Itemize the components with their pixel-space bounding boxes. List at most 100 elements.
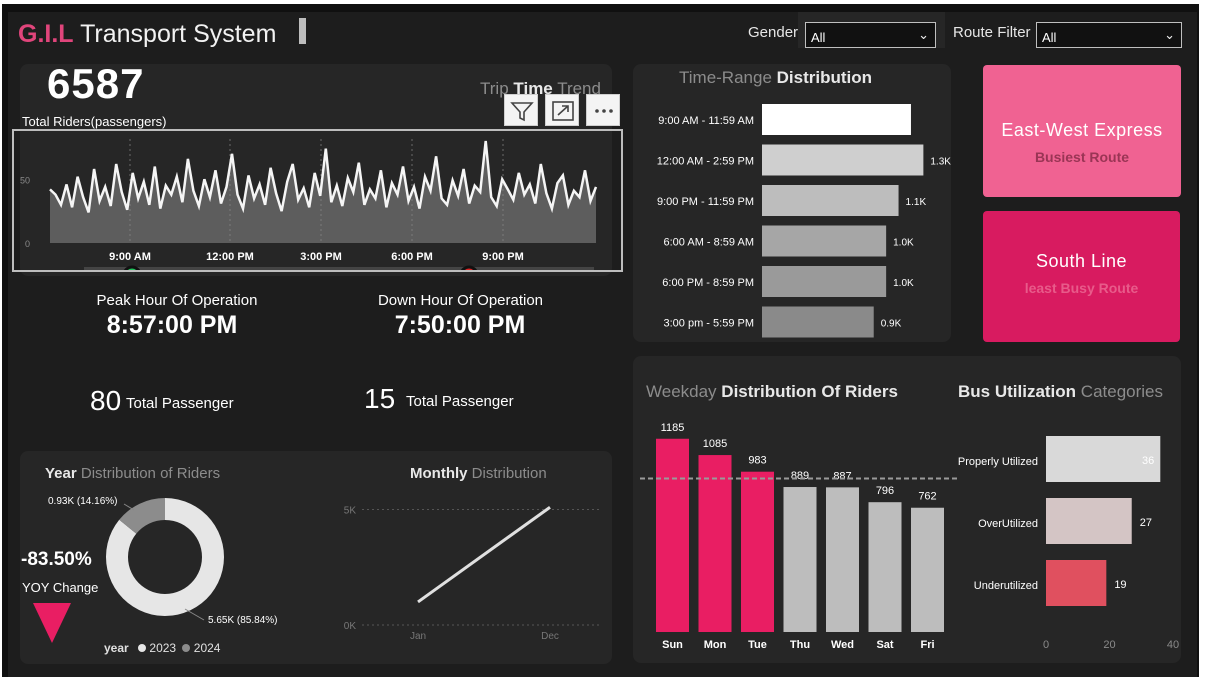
donut-data-label: 0.93K (14.16%) [48,496,118,507]
trend-x-tick: 3:00 PM [300,251,342,263]
title-text: Transport System [80,20,277,48]
time-range-bar [762,306,874,338]
gender-select-value: All [811,30,826,45]
weekday-distribution-chart: 1185 Sun 1085 Mon 983 Tue 889 Thu 887 Wed 796 Sat 76… [640,422,958,651]
peak-hour-label: Peak Hour Of Operation [96,292,258,309]
gender-select[interactable]: All ⌄ [805,22,936,48]
weekday-title: Weekday Distribution Of Riders [646,382,898,402]
weekday-category-label: Mon [704,639,727,651]
weekday-category-label: Wed [831,639,854,651]
gender-filter-label: Gender [748,24,799,41]
donut-data-label: 5.65K (85.84%) [208,615,278,626]
weekday-bar [656,438,689,632]
utilization-data-label: 36 [1142,455,1154,467]
time-range-bar [762,144,924,176]
weekday-title-bold: Distribution Of Riders [721,382,898,401]
time-range-category-label: 3:00 pm - 5:59 PM [664,318,755,330]
route-filter-label: Route Filter [953,24,1031,41]
report-title: G.I.L Transport System [18,20,276,49]
monthly-title-bold: Monthly [410,465,468,482]
weekday-data-label: 1085 [703,438,727,450]
total-riders-label: Total Riders(passengers) [22,114,167,129]
time-range-category-label: 6:00 AM - 8:59 AM [664,237,755,249]
weekday-bar [911,507,944,632]
filter-icon[interactable] [504,94,538,126]
time-range-bar [762,185,899,216]
time-range-data-label: 1.1K [906,197,927,208]
year-distribution-donut: 0.93K (14.16%) 5.65K (85.84%) [48,496,278,626]
trend-x-tick: 9:00 PM [482,251,524,263]
route-select-value: All [1042,30,1057,45]
weekday-bar [868,502,902,632]
trend-x-tick: 12:00 PM [206,251,254,263]
chevron-down-icon: ⌄ [1164,27,1175,42]
bus-utilization-chart: Properly Utilized 36 OverUtilized 27 Underut… [958,436,1179,651]
weekday-data-label: 796 [876,485,894,497]
weekday-bar [698,455,732,632]
trend-x-tick: 6:00 PM [391,251,433,263]
weekday-category-label: Tue [748,639,767,651]
weekday-category-label: Thu [790,639,810,651]
utilization-title-bold: Bus Utilization [958,382,1077,401]
time-range-slider [84,267,594,270]
peak-passenger-label: Total Passenger [126,395,234,412]
least-route-label: least Busy Route [1024,280,1139,296]
trend-y-tick: 50 [20,175,30,185]
trend-x-tick: 9:00 AM [109,251,151,263]
trip-trend-title: Trip Time Trend [480,79,601,99]
weekday-bar [783,487,817,632]
total-riders-value: 6587 [47,60,145,107]
utilization-data-label: 19 [1114,579,1126,591]
time-range-data-label: 1.0K [893,238,914,249]
monthly-x-tick: Dec [541,631,559,642]
donut-leader-line [184,608,205,621]
route-select[interactable]: All ⌄ [1036,22,1182,48]
utilization-category-label: OverUtilized [978,518,1038,530]
busiest-route-card[interactable]: East-West Express Busiest Route [983,65,1181,197]
monthly-title-rest: Distribution [471,465,547,482]
weekday-category-label: Sat [876,639,893,651]
time-range-category-label: 9:00 PM - 11:59 PM [657,196,754,208]
time-range-category-label: 12:00 AM - 2:59 PM [657,156,754,168]
utilization-title-rest: Categories [1080,382,1164,401]
monthly-x-tick: Jan [410,631,426,642]
monthly-y-tick: 0K [344,621,357,632]
busiest-route-name: East-West Express [1001,120,1163,140]
down-hour-label: Down Hour Of Operation [377,292,544,309]
utilization-category-label: Properly Utilized [958,456,1038,468]
time-range-data-label: 1.0K [893,278,914,289]
legend-item-2024: 2024 [193,641,221,655]
weekday-category-label: Sun [662,639,683,651]
trip-time-trend-chart: 0 50 9:00 AM 12:00 PM 3:00 PM 6:00 PM 9:00 PM [20,139,598,270]
donut-leader-line [123,503,135,511]
more-options-icon[interactable] [586,94,620,126]
year-title-rest: Distribution of Riders [80,465,221,482]
year-legend: year 2023 2024 [104,641,220,655]
utilization-data-label: 27 [1140,517,1152,529]
least-busy-route-card[interactable]: South Line least Busy Route [983,211,1180,342]
legend-dot-2023 [138,644,147,652]
down-passenger-label: Total Passenger [406,393,514,410]
time-range-bar [762,266,887,297]
utilization-title: Bus Utilization Categories [958,382,1163,402]
time-range-title: Time-Range Distribution [679,68,872,88]
down-marker [460,265,478,270]
weekday-category-label: Fri [920,639,934,651]
time-range-category-label: 9:00 AM - 11:59 AM [658,115,754,127]
down-hour-value: 7:50:00 PM [394,311,526,339]
peak-hour-value: 8:57:00 PM [106,311,238,339]
year-dist-title: Year Distribution of Riders [45,465,220,482]
time-range-title-prefix: Time-Range [679,68,772,87]
focus-mode-icon[interactable] [545,94,579,126]
monthly-dist-title: Monthly Distribution [410,465,547,482]
weekday-data-label: 983 [748,455,766,467]
legend-title: year [104,641,129,655]
weekday-data-label: 889 [791,470,809,482]
monthly-y-tick: 5K [344,506,357,517]
utilization-bar [1046,560,1107,606]
time-range-data-label: 0.9K [881,319,902,330]
legend-dot-2024 [182,644,191,652]
time-range-bar [762,104,911,135]
time-range-title-bold: Distribution [776,68,873,87]
legend-item-2023: 2023 [149,641,177,655]
